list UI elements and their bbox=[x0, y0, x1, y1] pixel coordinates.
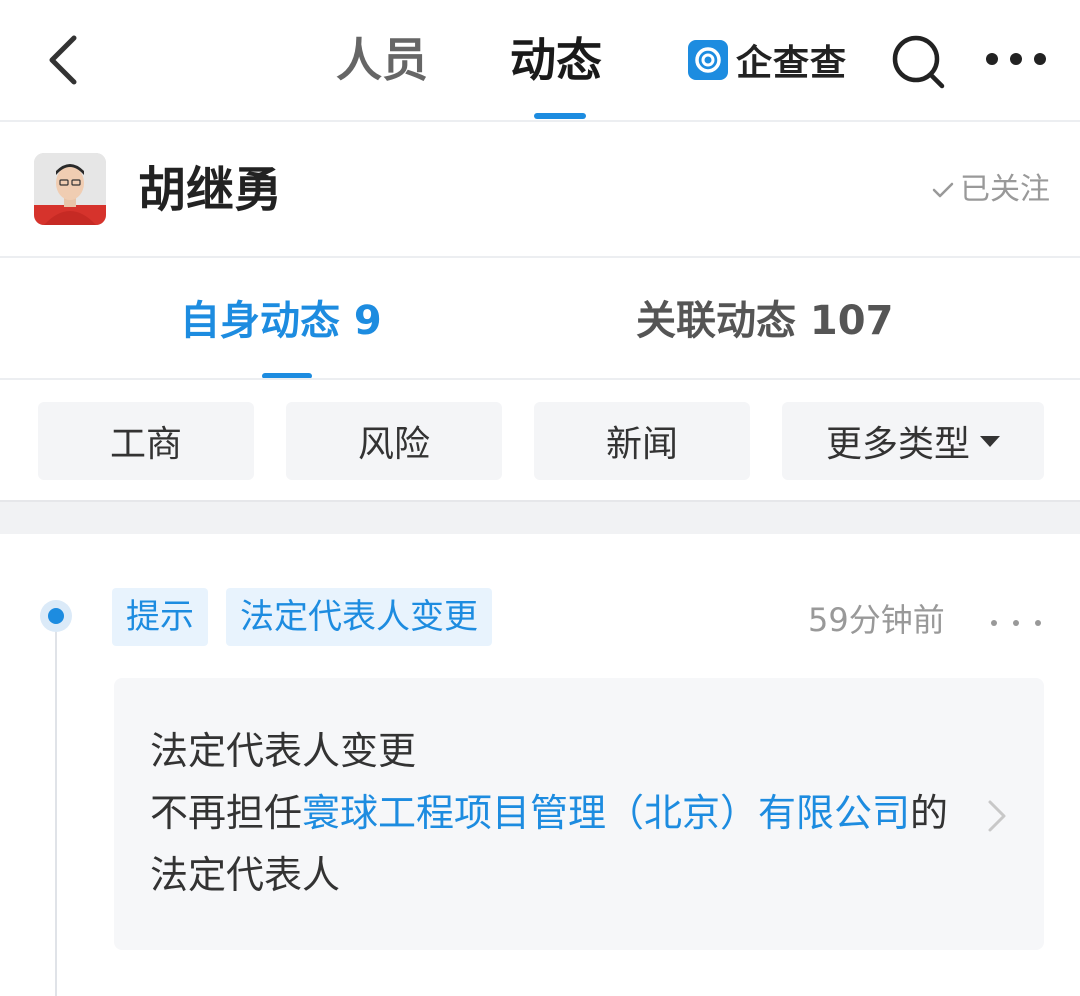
filter-risk[interactable]: 风险 bbox=[286, 402, 502, 480]
tag-legal-rep-change: 法定代表人变更 bbox=[226, 588, 492, 646]
timeline-dot-icon bbox=[48, 608, 64, 624]
check-icon bbox=[932, 182, 954, 198]
back-button[interactable] bbox=[38, 30, 98, 90]
divider bbox=[0, 378, 1080, 380]
search-icon bbox=[892, 35, 945, 89]
filter-label: 工商 bbox=[109, 424, 182, 465]
tab-related-dynamic[interactable]: 关联动态 107 bbox=[636, 295, 893, 347]
company-link[interactable]: 寰球工程项目管理（北京）有限公司 bbox=[302, 791, 910, 835]
avatar[interactable] bbox=[34, 153, 106, 225]
back-arrow-icon bbox=[49, 35, 77, 85]
filter-label: 新闻 bbox=[605, 424, 678, 465]
filter-news[interactable]: 新闻 bbox=[534, 402, 750, 480]
active-tab-indicator bbox=[534, 113, 586, 119]
card-title: 法定代表人变更 bbox=[150, 729, 417, 773]
section-separator bbox=[0, 500, 1080, 534]
timestamp: 59分钟前 bbox=[808, 601, 945, 639]
tab-dynamic[interactable]: 动态 bbox=[510, 30, 602, 90]
brand-logo: 企查查 bbox=[688, 38, 847, 84]
card-content: 法定代表人变更 不再担任寰球工程项目管理（北京）有限公司的法定代表人 bbox=[150, 720, 960, 906]
tab-people[interactable]: 人员 bbox=[336, 30, 428, 90]
tab-self-dynamic[interactable]: 自身动态 9 bbox=[180, 295, 382, 347]
more-menu-button[interactable] bbox=[984, 44, 1048, 74]
filter-label: 更多类型 bbox=[825, 424, 970, 465]
filter-label: 风险 bbox=[357, 424, 430, 465]
filter-business[interactable]: 工商 bbox=[38, 402, 254, 480]
feed-card[interactable]: 法定代表人变更 不再担任寰球工程项目管理（北京）有限公司的法定代表人 bbox=[114, 678, 1044, 950]
item-more-button[interactable] bbox=[990, 614, 1042, 626]
more-dots-icon bbox=[986, 53, 1046, 65]
qcc-logo-icon bbox=[688, 40, 728, 80]
divider bbox=[0, 120, 1080, 122]
person-name: 胡继勇 bbox=[138, 162, 283, 218]
tag-hint: 提示 bbox=[112, 588, 208, 646]
filter-more-types[interactable]: 更多类型 bbox=[782, 402, 1044, 480]
follow-status-label: 已关注 bbox=[960, 172, 1050, 207]
card-detail: 不再担任寰球工程项目管理（北京）有限公司的法定代表人 bbox=[150, 782, 960, 906]
brand-name: 企查查 bbox=[736, 43, 848, 84]
follow-button[interactable]: 已关注 bbox=[930, 170, 1050, 210]
timeline-line bbox=[55, 628, 57, 996]
chevron-right-icon bbox=[988, 800, 1006, 832]
divider bbox=[0, 256, 1080, 258]
detail-prefix: 不再担任 bbox=[150, 791, 303, 835]
caret-down-icon bbox=[980, 435, 1000, 447]
search-button[interactable] bbox=[888, 32, 948, 92]
more-dots-icon bbox=[991, 620, 1041, 626]
